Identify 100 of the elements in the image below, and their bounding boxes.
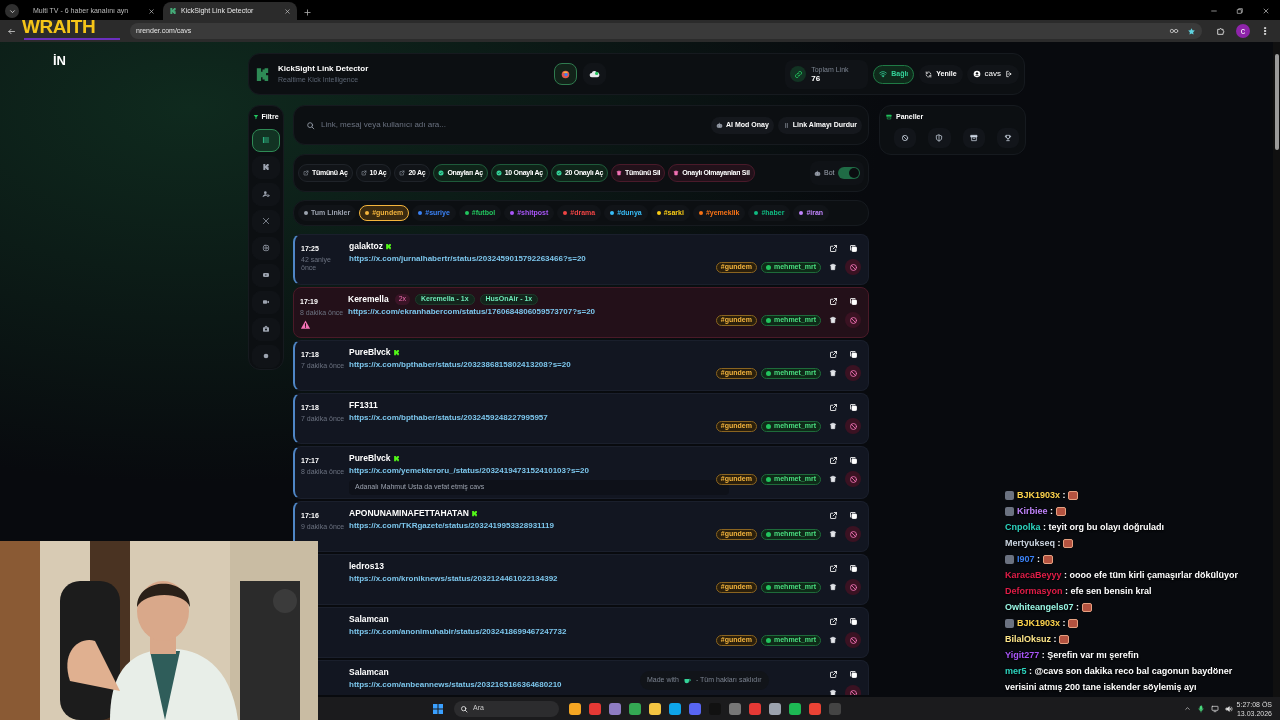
block-button[interactable] <box>845 259 861 275</box>
profile-avatar[interactable]: c <box>1236 24 1250 38</box>
filter-source-button[interactable] <box>252 182 280 206</box>
username: ledros13 <box>349 560 384 573</box>
username: PureBlvck <box>349 452 391 465</box>
block-icon <box>848 688 858 695</box>
tweet-link[interactable]: https://x.com/ekranhabercom/status/1760684806059573707?s=20 <box>348 306 596 318</box>
external-link-icon <box>828 243 838 253</box>
robot-icon <box>716 121 723 129</box>
tweet-link[interactable]: https://x.com/bpthaber/status/2032386815802413208?s=20 <box>349 359 571 371</box>
block-button[interactable] <box>845 312 861 328</box>
filter-source-button[interactable] <box>252 344 280 368</box>
block-icon <box>848 368 858 378</box>
block-button[interactable] <box>845 365 861 381</box>
view-toggle[interactable] <box>583 63 606 85</box>
minimize-icon <box>1210 7 1218 15</box>
chat-message: Owhiteangels07 : <box>1005 599 1092 615</box>
maximize-icon <box>1236 7 1244 15</box>
block-button[interactable] <box>845 526 861 542</box>
taskbar-app-icon[interactable] <box>629 702 641 715</box>
username: APONUNAMINAFETTAHATAN <box>349 507 469 520</box>
taskbar-app-icon[interactable] <box>569 702 581 715</box>
block-button[interactable] <box>845 418 861 434</box>
new-tab-button[interactable] <box>303 8 312 17</box>
tab-list-button[interactable] <box>5 4 19 18</box>
bookmark-star-icon <box>1187 26 1196 36</box>
chat-message: Mertyukseq : <box>1005 535 1074 551</box>
taskbar-app-icon[interactable] <box>769 702 781 715</box>
pause-icon <box>782 121 790 129</box>
block-icon <box>848 582 858 592</box>
trash-icon <box>616 170 623 176</box>
block-button[interactable] <box>845 579 861 595</box>
external-link-icon <box>828 616 838 626</box>
external-link-icon <box>828 669 838 679</box>
search-field[interactable]: Link, mesaj veya kullanıcı adı ara... <box>321 119 701 131</box>
tweet-link[interactable]: https://x.com/bpthaber/status/2032459248227995957 <box>349 412 548 424</box>
robot-icon <box>814 169 821 177</box>
external-link-icon <box>828 455 838 465</box>
archive-icon <box>969 133 978 142</box>
taskbar-app-icon[interactable] <box>609 702 621 715</box>
filter-source-button[interactable] <box>252 290 280 314</box>
filter-source-button[interactable] <box>252 155 280 179</box>
app-title: KickSight Link Detector <box>278 62 369 75</box>
block-button[interactable] <box>845 471 861 487</box>
copy-icon <box>848 243 858 253</box>
trophy-icon <box>1003 133 1012 142</box>
trash-icon <box>829 636 837 644</box>
tweet-link[interactable]: https://x.com/yemekteroru_/status/2032419473152410103?s=20 <box>349 465 589 477</box>
panel-button[interactable] <box>894 127 917 148</box>
plus-icon <box>303 8 312 17</box>
bot-toggle[interactable] <box>838 167 860 179</box>
panel-button[interactable] <box>962 127 985 148</box>
taskbar-app-icon[interactable] <box>669 702 681 715</box>
taskbar-app-icon[interactable] <box>789 702 801 715</box>
panel-icon <box>886 114 892 121</box>
username: PureBlvck <box>349 346 391 359</box>
copy-icon <box>848 563 858 573</box>
close-icon <box>1262 7 1270 15</box>
taskbar-app-icon[interactable] <box>809 702 821 715</box>
instagram-icon <box>262 244 270 252</box>
username: Salamcan <box>349 613 389 626</box>
check-circle-icon <box>438 170 445 176</box>
panel-button[interactable] <box>996 127 1019 148</box>
tweet-link[interactable]: https://x.com/kroniknews/status/2032124461022134392 <box>349 573 558 585</box>
close-icon <box>284 7 291 15</box>
copy-icon <box>848 616 858 626</box>
video-icon <box>262 298 270 306</box>
microphone-icon <box>1196 704 1205 713</box>
username: galaktoz <box>349 240 383 253</box>
filter-icon <box>253 114 260 121</box>
trash-icon <box>829 689 837 695</box>
trash-icon <box>829 422 837 430</box>
chat-message: Yigit277 : Şerefin var mı şerefin <box>1005 649 1139 662</box>
block-button[interactable] <box>845 632 861 648</box>
taskbar-app-icon[interactable] <box>649 702 661 715</box>
block-icon <box>848 421 858 431</box>
trash-icon <box>829 475 837 483</box>
stat-value: 76 <box>811 74 821 83</box>
tweet-link[interactable]: https://x.com/jurnalhabertr/status/2032459015792263466?s=20 <box>349 253 586 265</box>
back-arrow-icon <box>6 26 16 36</box>
speaker-icon <box>1224 704 1233 713</box>
warning-icon <box>300 318 311 330</box>
user-icon <box>262 190 270 198</box>
view-toggle[interactable] <box>554 63 577 85</box>
filter-source-button[interactable] <box>252 263 280 287</box>
filter-source-button[interactable] <box>252 128 280 152</box>
user-button[interactable]: cavs <box>966 64 1019 84</box>
tweet-link[interactable]: https://x.com/anbeannews/status/2032165166364680210 <box>349 679 562 691</box>
copy-icon <box>848 349 858 359</box>
external-link-icon <box>828 349 838 359</box>
tweet-link[interactable]: https://x.com/anonimuhabir/status/2032418699467247732 <box>349 626 567 638</box>
scrollbar[interactable] <box>1273 42 1280 697</box>
check-circle-icon <box>495 170 502 176</box>
block-icon <box>848 262 858 272</box>
kick-icon <box>262 163 270 171</box>
display-icon <box>1210 704 1219 713</box>
filter-source-button[interactable] <box>252 236 280 260</box>
panel-button[interactable] <box>928 127 951 148</box>
tweet-link[interactable]: https://x.com/TKRgazete/status/2032419953328931119 <box>349 520 554 532</box>
filter-source-button[interactable] <box>252 317 280 341</box>
